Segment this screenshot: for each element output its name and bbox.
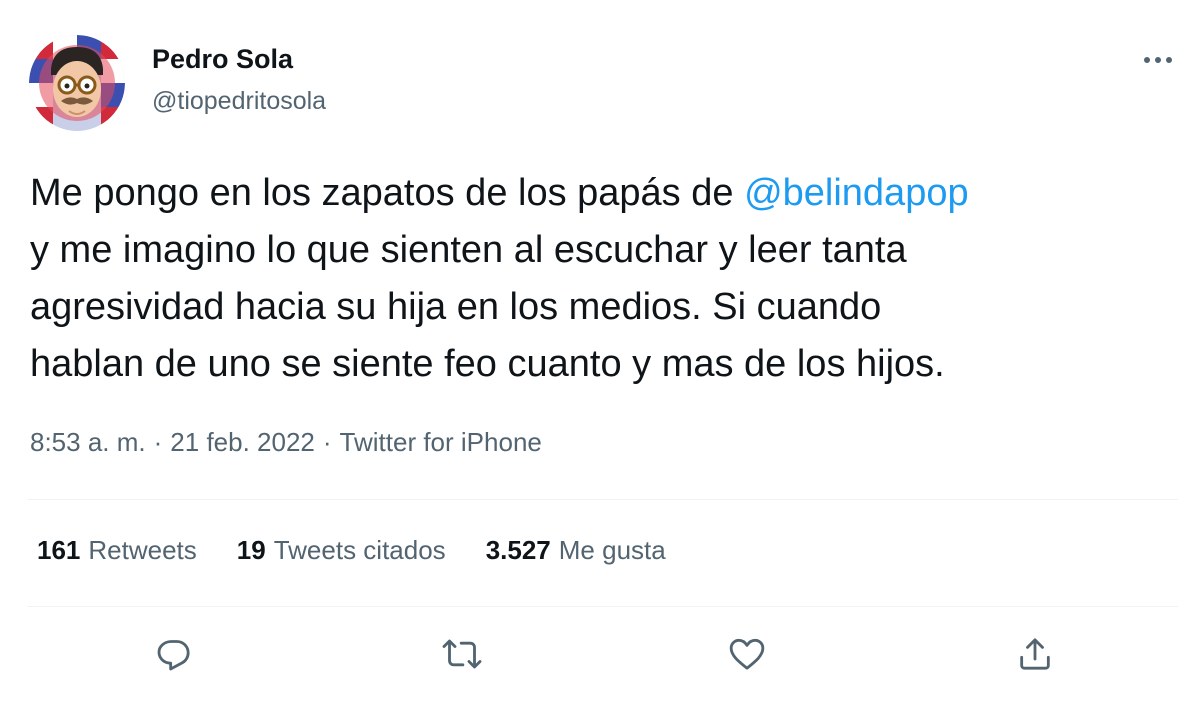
tweet-time: 8:53 a. m. <box>30 427 146 457</box>
divider <box>28 606 1178 607</box>
tweet-text: Me pongo en los zapatos de los papás de … <box>30 165 1190 393</box>
heart-icon <box>729 638 765 670</box>
more-options-button[interactable] <box>1136 42 1180 78</box>
tweet-meta: 8:53 a. m. · 21 feb. 2022 · Twitter for iPho… <box>30 427 542 458</box>
retweet-icon <box>442 639 482 669</box>
tweet-line-text: Me pongo en los zapatos de los papás de <box>30 172 745 214</box>
separator: · <box>322 427 332 457</box>
likes-stat[interactable]: 3.527 Me gusta <box>486 535 666 566</box>
mention-link[interactable]: @belindapop <box>744 172 969 214</box>
likes-label: Me gusta <box>558 535 666 565</box>
tweet-stats: 161 Retweets 19 Tweets citados 3.527 Me gus… <box>37 535 706 566</box>
tweet-timestamp[interactable]: 8:53 a. m. · 21 feb. 2022 <box>30 427 315 457</box>
quote-tweets-label: Tweets citados <box>273 535 446 565</box>
retweets-count: 161 <box>37 535 81 565</box>
retweets-stat[interactable]: 161 Retweets <box>37 535 197 566</box>
avatar[interactable] <box>29 35 125 131</box>
tweet-date: 21 feb. 2022 <box>170 427 315 457</box>
author-handle[interactable]: @tiopedritosola <box>152 87 326 116</box>
reply-button[interactable] <box>152 632 196 676</box>
tweet-line: Me pongo en los zapatos de los papás de … <box>30 165 1190 222</box>
quote-tweets-stat[interactable]: 19 Tweets citados <box>237 535 446 566</box>
separator: · <box>153 427 163 457</box>
avatar-image <box>29 35 125 131</box>
tweet-line: agresividad hacia su hija en los medios.… <box>30 286 882 328</box>
more-horizontal-icon <box>1144 57 1172 63</box>
tweet-source[interactable]: Twitter for iPhone <box>340 427 542 457</box>
tweet-card: Pedro Sola @tiopedritosola Me pongo en l… <box>0 0 1200 705</box>
quote-tweets-count: 19 <box>236 535 266 565</box>
likes-count: 3.527 <box>485 535 551 565</box>
tweet-line: hablan de uno se siente feo cuanto y mas… <box>30 343 945 385</box>
divider <box>28 499 1178 500</box>
share-icon <box>1020 638 1050 670</box>
retweet-button[interactable] <box>440 632 484 676</box>
tweet-line: y me imagino lo que sienten al escuchar … <box>30 229 907 271</box>
like-button[interactable] <box>725 632 769 676</box>
share-button[interactable] <box>1013 632 1057 676</box>
reply-icon <box>157 640 190 671</box>
retweets-label: Retweets <box>88 535 197 565</box>
author-name[interactable]: Pedro Sola <box>152 44 293 75</box>
